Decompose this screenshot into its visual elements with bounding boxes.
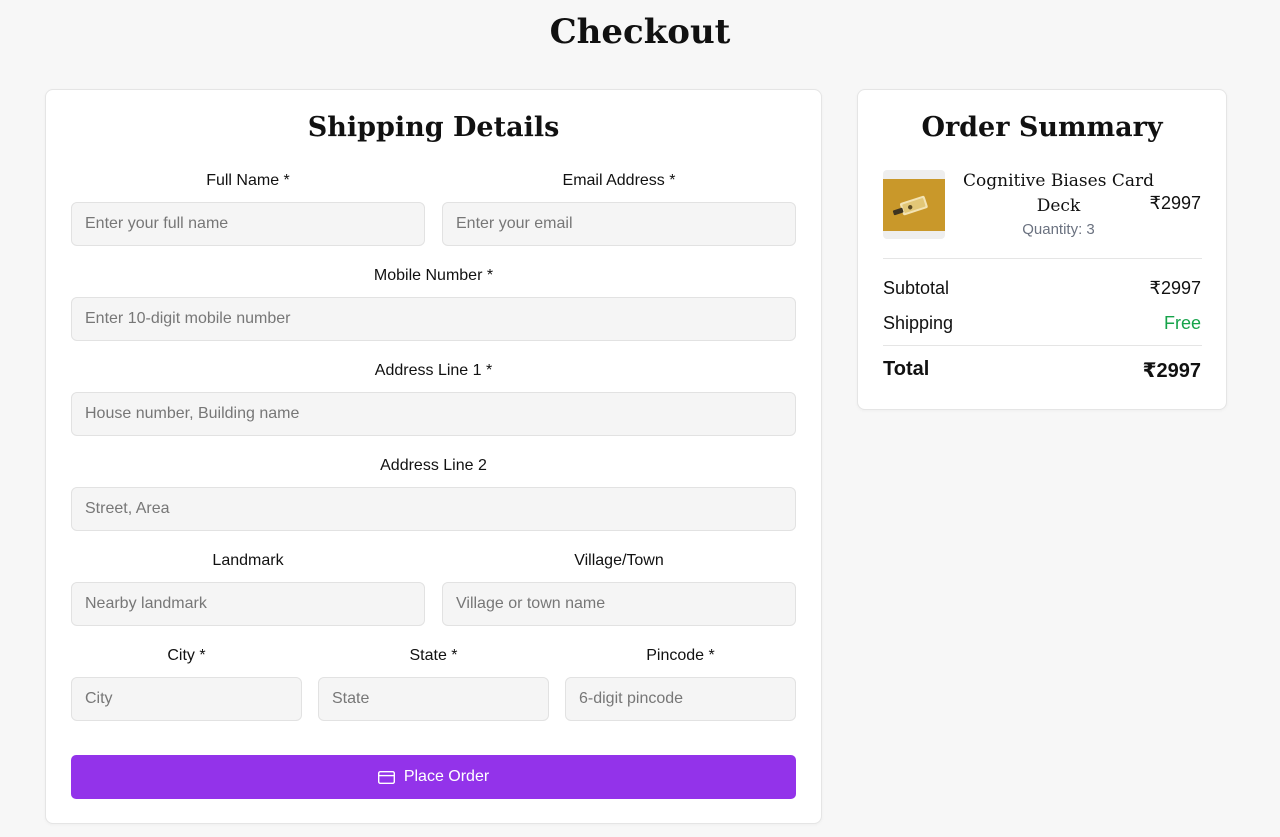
product-price: ₹2997 <box>1149 193 1202 213</box>
pincode-input[interactable] <box>565 677 796 721</box>
address-line-2-field: Address Line 2 <box>71 456 796 531</box>
village-town-field: Village/Town <box>442 551 796 626</box>
product-quantity: Quantity: 3 <box>1022 221 1095 238</box>
order-summary-card: Order Summary Cognitive Biases Card Deck… <box>857 89 1227 410</box>
full-name-label: Full Name * <box>206 172 290 189</box>
subtotal-label: Subtotal <box>883 278 950 298</box>
total-label: Total <box>883 358 930 380</box>
full-name-field: Full Name * <box>71 171 425 246</box>
email-field: Email Address * <box>442 171 796 246</box>
city-input[interactable] <box>71 677 302 721</box>
place-order-button[interactable]: Place Order <box>71 755 796 799</box>
mobile-field: Mobile Number * <box>71 266 796 341</box>
mobile-input[interactable] <box>71 297 796 341</box>
shipping-value: Free <box>1163 313 1201 333</box>
address-line-1-field: Address Line 1 * <box>71 361 796 436</box>
total-value: ₹2997 <box>1142 360 1201 382</box>
shipping-label: Shipping <box>883 313 954 333</box>
address-line-1-input[interactable] <box>71 392 796 436</box>
order-summary-title: Order Summary <box>921 112 1163 143</box>
product-name: Cognitive Biases Card Deck <box>963 171 1154 216</box>
pincode-label: Pincode * <box>646 647 715 664</box>
credit-card-icon <box>377 770 395 784</box>
landmark-label: Landmark <box>212 552 284 569</box>
email-input[interactable] <box>442 202 796 246</box>
summary-divider <box>883 258 1202 259</box>
place-order-label: Place Order <box>403 768 490 785</box>
subtotal-value: ₹2997 <box>1149 278 1202 298</box>
product-thumbnail <box>883 170 945 239</box>
state-field: State * <box>318 646 549 721</box>
full-name-input[interactable] <box>71 202 425 246</box>
address-line-2-label: Address Line 2 <box>380 457 487 474</box>
village-town-input[interactable] <box>442 582 796 626</box>
mobile-label: Mobile Number * <box>373 267 494 284</box>
pincode-field: Pincode * <box>565 646 796 721</box>
address-line-2-input[interactable] <box>71 487 796 531</box>
shipping-details-card: Shipping Details Full Name * Email Addre… <box>45 89 822 824</box>
address-line-1-label: Address Line 1 * <box>374 362 493 379</box>
city-label: City * <box>167 647 206 664</box>
landmark-field: Landmark <box>71 551 425 626</box>
email-label: Email Address * <box>562 172 676 189</box>
state-input[interactable] <box>318 677 549 721</box>
state-label: State * <box>409 647 458 664</box>
landmark-input[interactable] <box>71 582 425 626</box>
city-field: City * <box>71 646 302 721</box>
total-divider <box>883 345 1202 346</box>
shipping-details-title: Shipping Details <box>307 112 560 143</box>
page-title: Checkout <box>549 12 731 52</box>
village-town-label: Village/Town <box>574 552 664 569</box>
